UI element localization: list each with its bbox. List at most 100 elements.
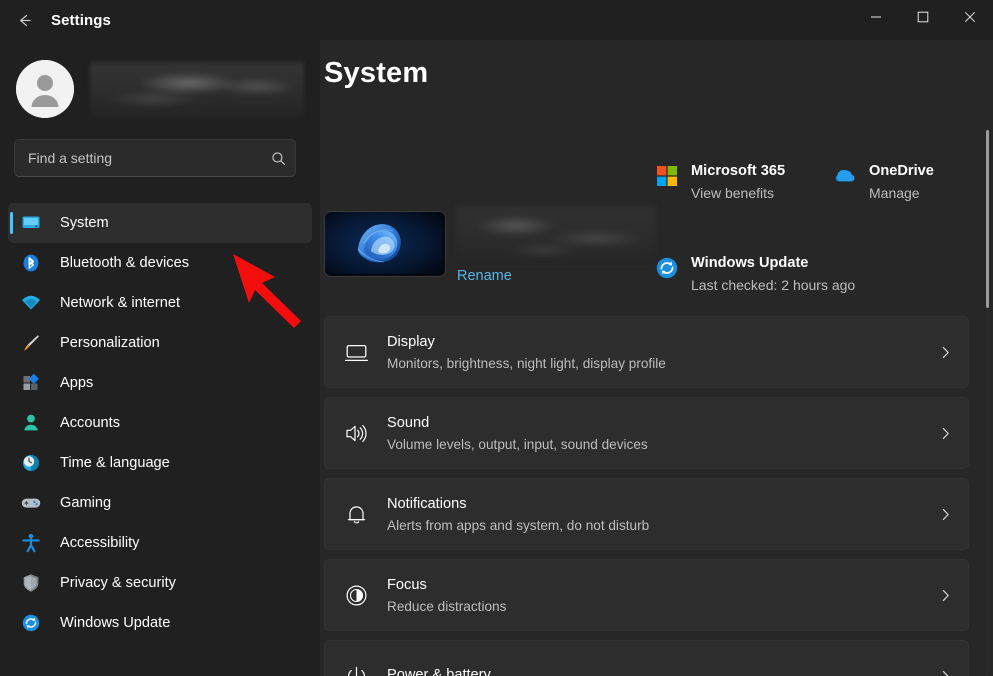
search-input[interactable] [15, 150, 261, 166]
sidebar-item-label: System [60, 215, 109, 231]
sidebar-item-label: Windows Update [60, 615, 170, 631]
onedrive-cloud-icon [830, 161, 860, 191]
microsoft-logo-icon [652, 161, 682, 191]
magnifier-icon [271, 151, 286, 166]
settings-row-subtitle: Reduce distractions [387, 597, 922, 616]
device-name-redacted [456, 206, 656, 264]
scrollbar-thumb[interactable] [986, 130, 989, 308]
avatar [16, 60, 74, 118]
sidebar-item-label: Privacy & security [60, 575, 176, 591]
settings-row-title: Focus [387, 575, 922, 595]
window-controls [852, 0, 993, 34]
sidebar-item-privacy-security[interactable]: Privacy & security [8, 563, 312, 603]
sidebar-item-gaming[interactable]: Gaming [8, 483, 312, 523]
settings-window: Settings [0, 0, 993, 676]
settings-row-notifications[interactable]: Notifications Alerts from apps and syste… [324, 478, 969, 550]
accessibility-icon [20, 531, 50, 555]
quick-card-text: Windows Update Last checked: 2 hours ago [691, 253, 866, 295]
settings-row-text: Display Monitors, brightness, night ligh… [387, 332, 922, 373]
sidebar: System Bluetooth & devices [0, 40, 320, 676]
quick-card-onedrive[interactable]: OneDrive Manage [830, 161, 934, 203]
minimize-button[interactable] [852, 0, 899, 34]
windows-update-icon [20, 611, 50, 635]
user-avatar-icon [16, 60, 74, 118]
sidebar-item-bluetooth-devices[interactable]: Bluetooth & devices [8, 243, 312, 283]
sidebar-item-label: Gaming [60, 495, 111, 511]
focus-moon-icon [325, 583, 387, 608]
windows-bloom-wallpaper [325, 212, 443, 274]
account-profile[interactable] [16, 56, 304, 118]
account-name-redacted [90, 62, 304, 118]
settings-list: Display Monitors, brightness, night ligh… [324, 316, 969, 676]
page-title: System [324, 57, 428, 90]
search-icon[interactable] [261, 140, 295, 176]
maximize-button[interactable] [899, 0, 946, 34]
close-icon [964, 11, 976, 23]
content-scrollbar[interactable] [986, 130, 989, 676]
bell-icon [325, 502, 387, 527]
chevron-right-icon [922, 508, 968, 521]
shield-icon [20, 571, 50, 595]
bluetooth-icon [20, 251, 50, 275]
main-content: System [320, 40, 993, 676]
wifi-icon [20, 291, 50, 315]
sidebar-item-label: Accessibility [60, 535, 139, 551]
app-title: Settings [51, 0, 111, 40]
device-thumbnail [324, 211, 446, 277]
close-button[interactable] [946, 0, 993, 34]
settings-row-text: Notifications Alerts from apps and syste… [387, 494, 922, 535]
settings-row-sound[interactable]: Sound Volume levels, output, input, soun… [324, 397, 969, 469]
sidebar-item-label: Bluetooth & devices [60, 255, 189, 271]
windows-update-icon [652, 253, 682, 283]
settings-row-display[interactable]: Display Monitors, brightness, night ligh… [324, 316, 969, 388]
clock-globe-icon [20, 451, 50, 475]
sidebar-item-windows-update[interactable]: Windows Update [8, 603, 312, 643]
rename-link[interactable]: Rename [457, 268, 512, 284]
speaker-icon [325, 421, 387, 446]
title-bar: Settings [0, 0, 993, 40]
settings-row-title: Notifications [387, 494, 922, 514]
apps-grid-icon [20, 371, 50, 395]
sidebar-item-accounts[interactable]: Accounts [8, 403, 312, 443]
settings-row-subtitle: Volume levels, output, input, sound devi… [387, 435, 922, 454]
settings-row-title: Display [387, 332, 922, 352]
sidebar-item-personalization[interactable]: Personalization [8, 323, 312, 363]
maximize-icon [917, 11, 929, 23]
sidebar-nav: System Bluetooth & devices [8, 203, 312, 643]
quick-card-text: OneDrive Manage [869, 161, 934, 203]
sidebar-item-apps[interactable]: Apps [8, 363, 312, 403]
system-monitor-icon [20, 211, 50, 235]
account-person-icon [20, 411, 50, 435]
gamepad-icon [20, 491, 50, 515]
quick-card-subtitle: Manage [869, 183, 934, 203]
settings-row-power-battery[interactable]: Power & battery [324, 640, 969, 676]
chevron-right-icon [922, 670, 968, 676]
settings-row-title: Sound [387, 413, 922, 433]
chevron-right-icon [922, 346, 968, 359]
quick-card-microsoft-365[interactable]: Microsoft 365 View benefits [652, 161, 785, 203]
quick-card-title: Windows Update [691, 255, 808, 271]
sidebar-item-label: Personalization [60, 335, 160, 351]
sidebar-item-network-internet[interactable]: Network & internet [8, 283, 312, 323]
sidebar-item-label: Network & internet [60, 295, 180, 311]
sidebar-item-system[interactable]: System [8, 203, 312, 243]
settings-row-text: Sound Volume levels, output, input, soun… [387, 413, 922, 454]
paintbrush-icon [20, 331, 50, 355]
settings-row-text: Focus Reduce distractions [387, 575, 922, 616]
sidebar-item-label: Apps [60, 375, 93, 391]
sidebar-item-label: Accounts [60, 415, 120, 431]
minimize-icon [870, 11, 882, 23]
sidebar-item-accessibility[interactable]: Accessibility [8, 523, 312, 563]
sidebar-item-time-language[interactable]: Time & language [8, 443, 312, 483]
settings-row-subtitle: Monitors, brightness, night light, displ… [387, 354, 922, 373]
quick-card-windows-update[interactable]: Windows Update Last checked: 2 hours ago [652, 253, 882, 295]
quick-card-text: Microsoft 365 View benefits [691, 161, 785, 203]
sidebar-item-label: Time & language [60, 455, 170, 471]
search-box[interactable] [14, 139, 296, 177]
settings-row-subtitle: Alerts from apps and system, do not dist… [387, 516, 922, 535]
settings-row-focus[interactable]: Focus Reduce distractions [324, 559, 969, 631]
chevron-right-icon [922, 589, 968, 602]
back-button[interactable] [8, 6, 40, 34]
chevron-right-icon [922, 427, 968, 440]
quick-card-subtitle: Last checked: 2 hours ago [691, 275, 866, 295]
